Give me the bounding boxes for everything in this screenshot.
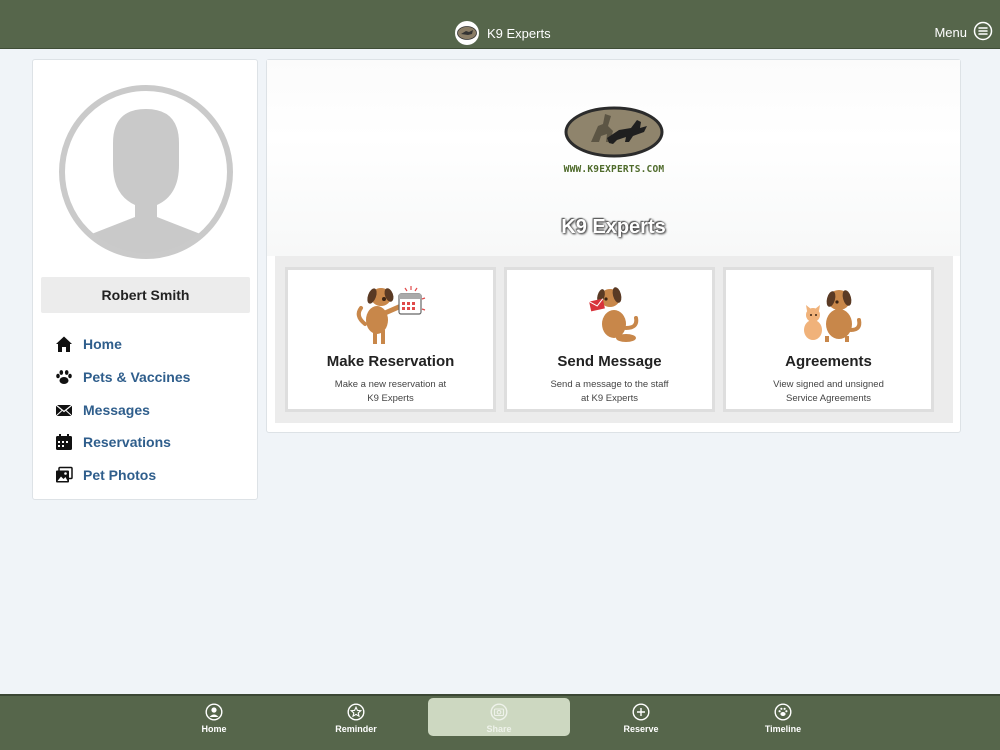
paw-circle-icon: [774, 703, 792, 721]
tile-description-line: Service Agreements: [785, 393, 871, 404]
action-tiles: Make Reservation Make a new reservation …: [275, 256, 953, 423]
tab-timeline[interactable]: Timeline: [712, 698, 854, 736]
website-url: WWW.K9EXPERTS.COM: [563, 164, 665, 175]
sidebar-item-label: Pets & Vaccines: [83, 369, 191, 386]
sidebar-item-label: Reservations: [83, 434, 171, 451]
sidebar-item-label: Pet Photos: [83, 467, 157, 484]
hamburger-circle-icon: [973, 21, 993, 44]
hero-banner: WWW.K9EXPERTS.COM K9 Experts: [267, 60, 960, 256]
tab-label: Reserve: [623, 724, 659, 734]
sidebar-item-pets-vaccines[interactable]: Pets & Vaccines: [33, 361, 257, 394]
tab-label: Share: [486, 724, 512, 734]
hero-title: K9 Experts: [561, 216, 666, 238]
k9-logo-icon: [455, 21, 479, 45]
camera-icon: [490, 703, 508, 721]
home-circle-icon: [205, 703, 223, 721]
tab-label: Timeline: [764, 724, 802, 734]
star-icon: [347, 703, 365, 721]
menu-label: Menu: [934, 24, 967, 40]
sidebar-item-label: Messages: [83, 401, 150, 418]
menu-button[interactable]: Menu: [934, 21, 993, 43]
user-name: Robert Smith: [41, 277, 250, 313]
paw-icon: [55, 368, 73, 386]
send-message-tile[interactable]: Send Message Send a message to the staff…: [504, 267, 715, 412]
tile-description-line: Make a new reservation at: [334, 379, 447, 390]
tab-label: Reminder: [335, 724, 377, 734]
tile-description-line: at K9 Experts: [580, 393, 639, 404]
user-avatar-icon[interactable]: [57, 83, 235, 261]
tab-reserve[interactable]: Reserve: [570, 698, 712, 736]
calendar-icon: [55, 433, 73, 451]
tab-reminder[interactable]: Reminder: [285, 698, 427, 736]
agreements-tile[interactable]: Agreements View signed and unsigned Serv…: [723, 267, 934, 412]
dog-letter-icon: [507, 280, 712, 348]
tile-title: Make Reservation: [326, 353, 455, 370]
app-title: K9 Experts: [487, 25, 551, 41]
tile-description: View signed and unsigned Service Agreeme…: [746, 378, 911, 406]
bottom-tab-bar: Home Reminder Share Reserve Timeline: [0, 694, 1000, 750]
brand[interactable]: K9 Experts: [455, 21, 551, 45]
sidebar-item-reservations[interactable]: Reservations: [33, 426, 257, 459]
tile-title: Send Message: [557, 353, 662, 370]
photos-icon: [55, 466, 73, 484]
tile-description: Make a new reservation at K9 Experts: [308, 378, 473, 406]
sidebar-item-label: Home: [83, 336, 122, 353]
sidebar-item-messages[interactable]: Messages: [33, 393, 257, 426]
tile-title: Agreements: [785, 353, 872, 370]
tab-home[interactable]: Home: [143, 698, 285, 736]
tile-description-line: K9 Experts: [367, 393, 414, 404]
make-reservation-tile[interactable]: Make Reservation Make a new reservation …: [285, 267, 496, 412]
plus-circle-icon: [632, 703, 650, 721]
tile-description: Send a message to the staff at K9 Expert…: [527, 378, 692, 406]
tab-label: Home: [201, 724, 227, 734]
envelope-icon: [55, 401, 73, 419]
profile-card: Robert Smith Home Pets & Vaccines Messag…: [32, 59, 258, 500]
sidebar-nav: Home Pets & Vaccines Messages Reservatio…: [33, 328, 257, 491]
dog-cat-icon: [726, 280, 931, 348]
dog-calendar-icon: [288, 280, 493, 348]
home-icon: [55, 335, 73, 353]
sidebar-item-pet-photos[interactable]: Pet Photos: [33, 459, 257, 492]
tab-share[interactable]: Share: [428, 698, 570, 736]
dashboard-card: WWW.K9EXPERTS.COM K9 Experts Make Reserv…: [266, 59, 961, 433]
tile-description-line: View signed and unsigned: [773, 379, 884, 390]
sidebar-item-home[interactable]: Home: [33, 328, 257, 361]
tile-description-line: Send a message to the staff: [550, 379, 669, 390]
top-app-bar: K9 Experts Menu: [0, 0, 1000, 49]
